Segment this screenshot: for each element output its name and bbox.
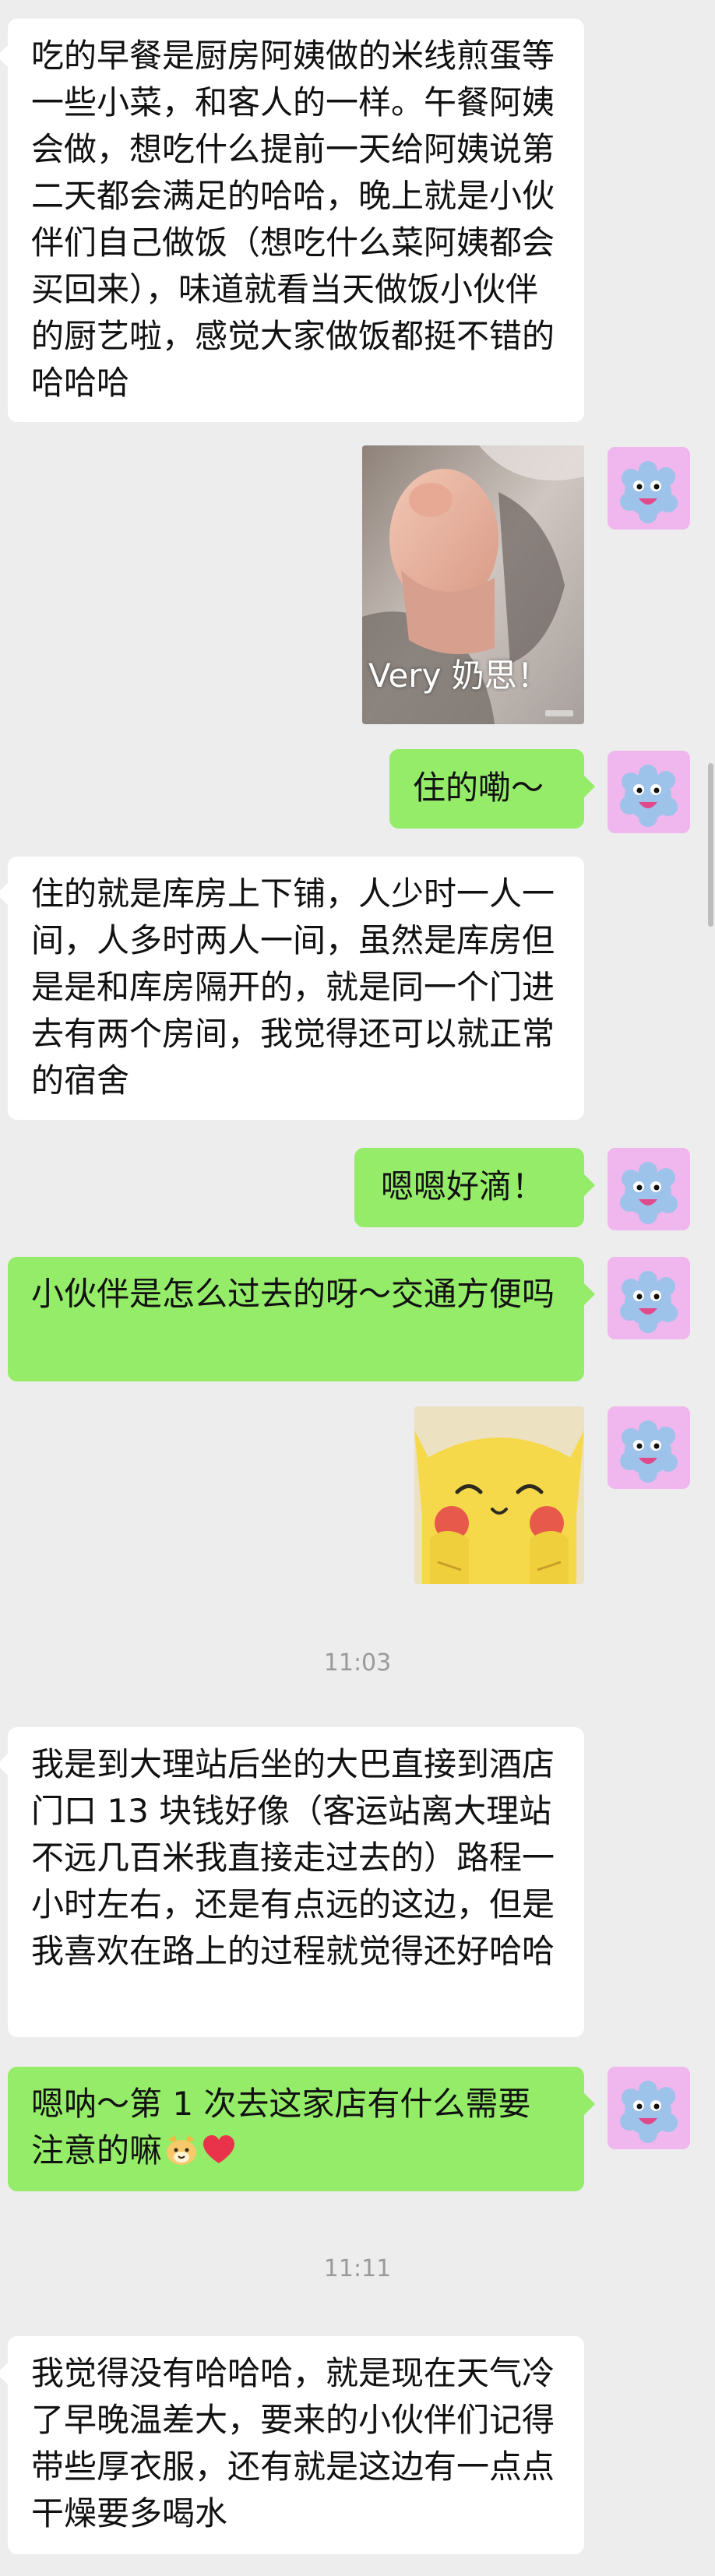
received-message[interactable]: 吃的早餐是厨房阿姨做的米线煎蛋等一些小菜，和客人的一样。午餐阿姨会做，想吃什么提… xyxy=(0,19,584,422)
message-timestamp: 11:03 xyxy=(323,1649,392,1677)
thumbs-up-sticker-image[interactable]: Very 奶思！ xyxy=(362,445,584,724)
blue-monster-avatar-icon[interactable] xyxy=(608,1148,690,1230)
received-message[interactable]: 我是到大理站后坐的大巴直接到酒店门口 13 块钱好像（客运站离大理站不远几百米我… xyxy=(0,1727,584,2037)
message-timestamp: 11:11 xyxy=(323,2255,392,2282)
message-text: 小伙伴是怎么过去的呀～交通方便吗 xyxy=(31,1275,555,1313)
sticker-watermark xyxy=(545,710,573,716)
cat-face-emoji-icon xyxy=(164,2132,199,2168)
sent-message[interactable]: 住的嘞～ xyxy=(389,749,595,829)
message-text: 嗯呐～第 1 次去这家店有什么需要注意的嘛 xyxy=(31,2085,531,2170)
red-heart-emoji-icon xyxy=(201,2132,237,2168)
blue-monster-avatar-icon[interactable] xyxy=(608,1257,690,1339)
message-text: 嗯嗯好滴！ xyxy=(381,1167,545,1205)
blue-monster-avatar-icon[interactable] xyxy=(608,2067,690,2149)
blue-monster-avatar-icon[interactable] xyxy=(608,447,690,530)
pikachu-icon xyxy=(414,1406,584,1584)
scrollbar-thumb[interactable] xyxy=(708,763,713,927)
message-text: 我是到大理站后坐的大巴直接到酒店门口 13 块钱好像（客运站离大理站不远几百米我… xyxy=(31,1745,555,1970)
received-message[interactable]: 住的就是库房上下铺，人少时一人一间，人多时两人一间，虽然是库房但是是和库房隔开的… xyxy=(0,857,584,1120)
message-text: 住的嘞～ xyxy=(413,769,544,807)
message-text: 吃的早餐是厨房阿姨做的米线煎蛋等一些小菜，和客人的一样。午餐阿姨会做，想吃什么提… xyxy=(31,37,555,402)
message-text: 住的就是库房上下铺，人少时一人一间，人多时两人一间，虽然是库房但是是和库房隔开的… xyxy=(31,875,555,1100)
message-text: 我觉得没有哈哈哈，就是现在天气冷了早晚温差大，要来的小伙伴们记得带些厚衣服，还有… xyxy=(31,2354,555,2532)
sent-message[interactable]: 小伙伴是怎么过去的呀～交通方便吗 xyxy=(8,1257,595,1381)
received-message[interactable]: 我觉得没有哈哈哈，就是现在天气冷了早晚温差大，要来的小伙伴们记得带些厚衣服，还有… xyxy=(0,2336,584,2554)
sent-message[interactable]: 嗯呐～第 1 次去这家店有什么需要注意的嘛 xyxy=(8,2067,595,2191)
chat-area[interactable]: 吃的早餐是厨房阿姨做的米线煎蛋等一些小菜，和客人的一样。午餐阿姨会做，想吃什么提… xyxy=(0,0,715,2576)
sent-message[interactable]: 嗯嗯好滴！ xyxy=(354,1148,595,1227)
sticker-caption: Very 奶思！ xyxy=(368,656,550,695)
blue-monster-avatar-icon[interactable] xyxy=(608,751,690,833)
blue-monster-avatar-icon[interactable] xyxy=(608,1406,690,1489)
pikachu-sticker-image[interactable] xyxy=(414,1406,584,1584)
